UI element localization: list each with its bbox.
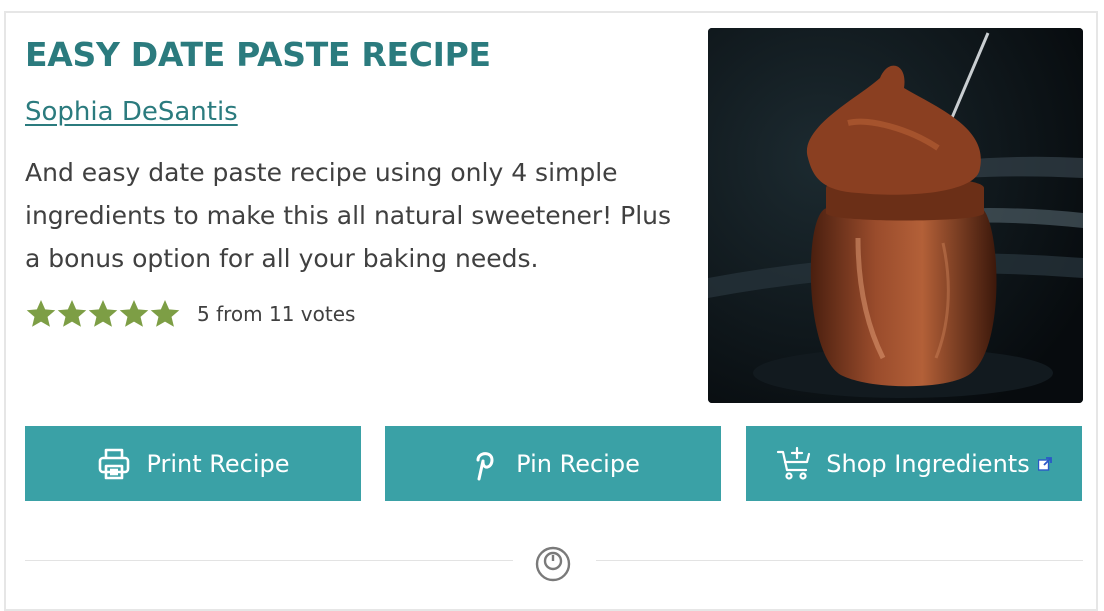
star-icon[interactable] [56,298,88,330]
shop-ingredients-button[interactable]: Shop Ingredients [746,426,1082,501]
pin-recipe-button[interactable]: Pin Recipe [385,426,721,501]
shop-ingredients-label: Shop Ingredients [826,449,1030,478]
recipe-title: EASY DATE PASTE RECIPE [25,35,491,74]
external-link-icon [1037,456,1052,471]
pinterest-icon [476,451,494,480]
printer-icon [99,448,130,479]
star-icon[interactable] [149,298,181,330]
rating[interactable]: 5 from 11 votes [25,298,355,330]
star-icon[interactable] [118,298,150,330]
star-icon[interactable] [25,298,57,330]
star-icon[interactable] [87,298,119,330]
cart-plus-icon [777,446,811,480]
section-divider-left [25,560,513,561]
recipe-card: EASY DATE PASTE RECIPE Sophia DeSantis A… [4,11,1098,611]
recipe-photo [708,28,1083,403]
pin-recipe-label: Pin Recipe [516,449,640,478]
author-link[interactable]: Sophia DeSantis [25,97,238,127]
star-rating[interactable] [25,298,180,330]
timer-icon [535,546,571,582]
section-divider-right [596,560,1083,561]
recipe-description: And easy date paste recipe using only 4 … [25,158,672,273]
print-recipe-label: Print Recipe [146,449,290,478]
print-recipe-button[interactable]: Print Recipe [25,426,361,501]
rating-text: 5 from 11 votes [197,302,356,326]
